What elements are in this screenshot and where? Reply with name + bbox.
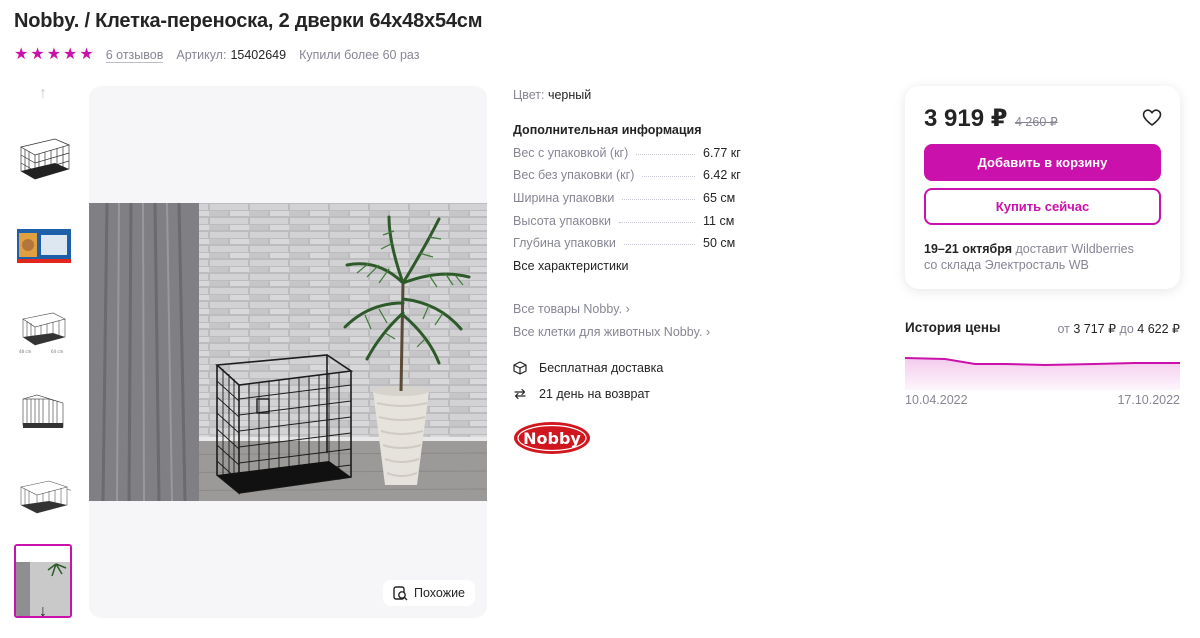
warehouse-line: со склада Электросталь WB (924, 258, 1089, 272)
star-icon: ★ (63, 46, 78, 63)
thumbnail-2[interactable] (14, 208, 72, 282)
thumbnail-5[interactable] (14, 460, 72, 534)
article-label: Артикул: (176, 48, 227, 62)
chevron-right-icon: › (625, 302, 630, 316)
spec-key: Вес с упаковкой (кг) (513, 146, 629, 160)
feature-label: 21 день на возврат (539, 387, 650, 401)
spec-value: 6.42 кг (703, 168, 741, 182)
thumbnail-1[interactable] (14, 124, 72, 198)
brand-products-link[interactable]: Все товары Nobby. › (513, 302, 630, 316)
price-history-title: История цены (905, 320, 1001, 335)
thumbnail-3[interactable]: 48 cm 64 cm (14, 292, 72, 366)
spec-row: Глубина упаковки 50 см (513, 236, 753, 252)
spec-value: 65 см (703, 191, 736, 205)
delivery-info: 19–21 октября доставит Wildberries со ск… (924, 241, 1134, 273)
bought-count: Купили более 60 раз (299, 48, 420, 62)
star-icon: ★ (14, 46, 29, 63)
svg-text:48 cm: 48 cm (19, 349, 32, 354)
add-to-cart-button[interactable]: Добавить в корзину (924, 144, 1161, 181)
range-min: 3 717 ₽ (1073, 322, 1117, 336)
history-date-start: 10.04.2022 (905, 393, 968, 407)
price-card: 3 919 ₽ 4 260 ₽ Добавить в корзину Купит… (905, 86, 1180, 289)
all-characteristics-link[interactable]: Все характеристики (513, 259, 628, 273)
article-value[interactable]: 15402649 (230, 48, 286, 62)
feature-free-delivery: Бесплатная доставка (513, 361, 663, 375)
brand-cages-link[interactable]: Все клетки для животных Nobby. › (513, 325, 710, 339)
delivery-dates: 19–21 октября (924, 242, 1013, 256)
product-photo (89, 203, 487, 501)
spec-row: Высота упаковки 11 см (513, 214, 753, 230)
heart-icon[interactable] (1142, 108, 1162, 128)
spec-value: 50 см (703, 236, 736, 250)
spec-dots (636, 154, 695, 155)
chevron-right-icon: › (705, 325, 711, 339)
spec-value: 11 см (703, 214, 735, 228)
spec-row: Вес с упаковкой (кг) 6.77 кг (513, 146, 753, 162)
color-label: Цвет: (513, 88, 545, 102)
product-meta: ★ ★ ★ ★ ★ 6 отзывов Артикул: 15402649 Ку… (14, 46, 419, 64)
similar-button[interactable]: Похожие (382, 580, 475, 606)
buy-now-button[interactable]: Купить сейчас (924, 188, 1161, 225)
rating-stars: ★ ★ ★ ★ ★ (14, 47, 94, 63)
spec-row: Вес без упаковки (кг) 6.42 кг (513, 168, 753, 184)
spec-key: Вес без упаковки (кг) (513, 168, 635, 182)
brand-products-label: Все товары Nobby. (513, 302, 623, 316)
price-history-chart[interactable] (905, 350, 1180, 390)
star-icon: ★ (46, 46, 62, 63)
current-price: 3 919 ₽ (924, 105, 1008, 132)
old-price: 4 260 ₽ (1015, 115, 1058, 129)
spec-key: Глубина упаковки (513, 236, 616, 250)
range-max: 4 622 ₽ (1137, 322, 1180, 336)
similar-label: Похожие (413, 586, 465, 600)
svg-text:64 cm: 64 cm (51, 349, 64, 354)
spec-dots (642, 176, 695, 177)
color-value: черный (547, 88, 592, 102)
range-from-label: от (1057, 322, 1070, 336)
spec-dots (619, 222, 695, 223)
color-row: Цвет: черный (513, 88, 591, 102)
spec-key: Ширина упаковки (513, 191, 615, 205)
thumbnail-4[interactable] (14, 376, 72, 450)
return-icon (514, 388, 526, 400)
brand-cages-label: Все клетки для животных Nobby. (513, 325, 703, 339)
history-date-end: 17.10.2022 (1117, 393, 1180, 407)
delivery-text: доставит Wildberries (1015, 242, 1134, 256)
delivery-line: 19–21 октября доставит Wildberries (924, 241, 1134, 257)
similar-search-icon (393, 585, 408, 600)
arrow-up-icon[interactable]: ↑ (14, 84, 72, 104)
brand-logo[interactable]: Nobby (513, 421, 591, 458)
spec-key: Высота упаковки (513, 214, 612, 228)
box-icon (513, 361, 527, 375)
price-history-range: от 3 717 ₽ до 4 622 ₽ (1057, 321, 1180, 336)
star-icon: ★ (30, 46, 45, 63)
spec-dots (623, 244, 695, 245)
spec-row: Ширина упаковки 65 см (513, 191, 753, 207)
feature-label: Бесплатная доставка (539, 361, 664, 375)
spec-dots (622, 199, 695, 200)
main-image[interactable]: Похожие (89, 86, 487, 618)
reviews-link[interactable]: 6 отзывов (105, 48, 164, 63)
feature-return: 21 день на возврат (513, 387, 650, 401)
arrow-down-icon[interactable]: ↓ (14, 602, 72, 622)
star-icon: ★ (79, 46, 94, 63)
brand-logo-text: Nobby (523, 429, 581, 448)
spec-value: 6.77 кг (703, 146, 741, 160)
product-title: Nobby. / Клетка-переноска, 2 дверки 64х4… (14, 10, 483, 32)
additional-info-title: Дополнительная информация (513, 123, 702, 137)
range-to-label: до (1119, 322, 1134, 336)
